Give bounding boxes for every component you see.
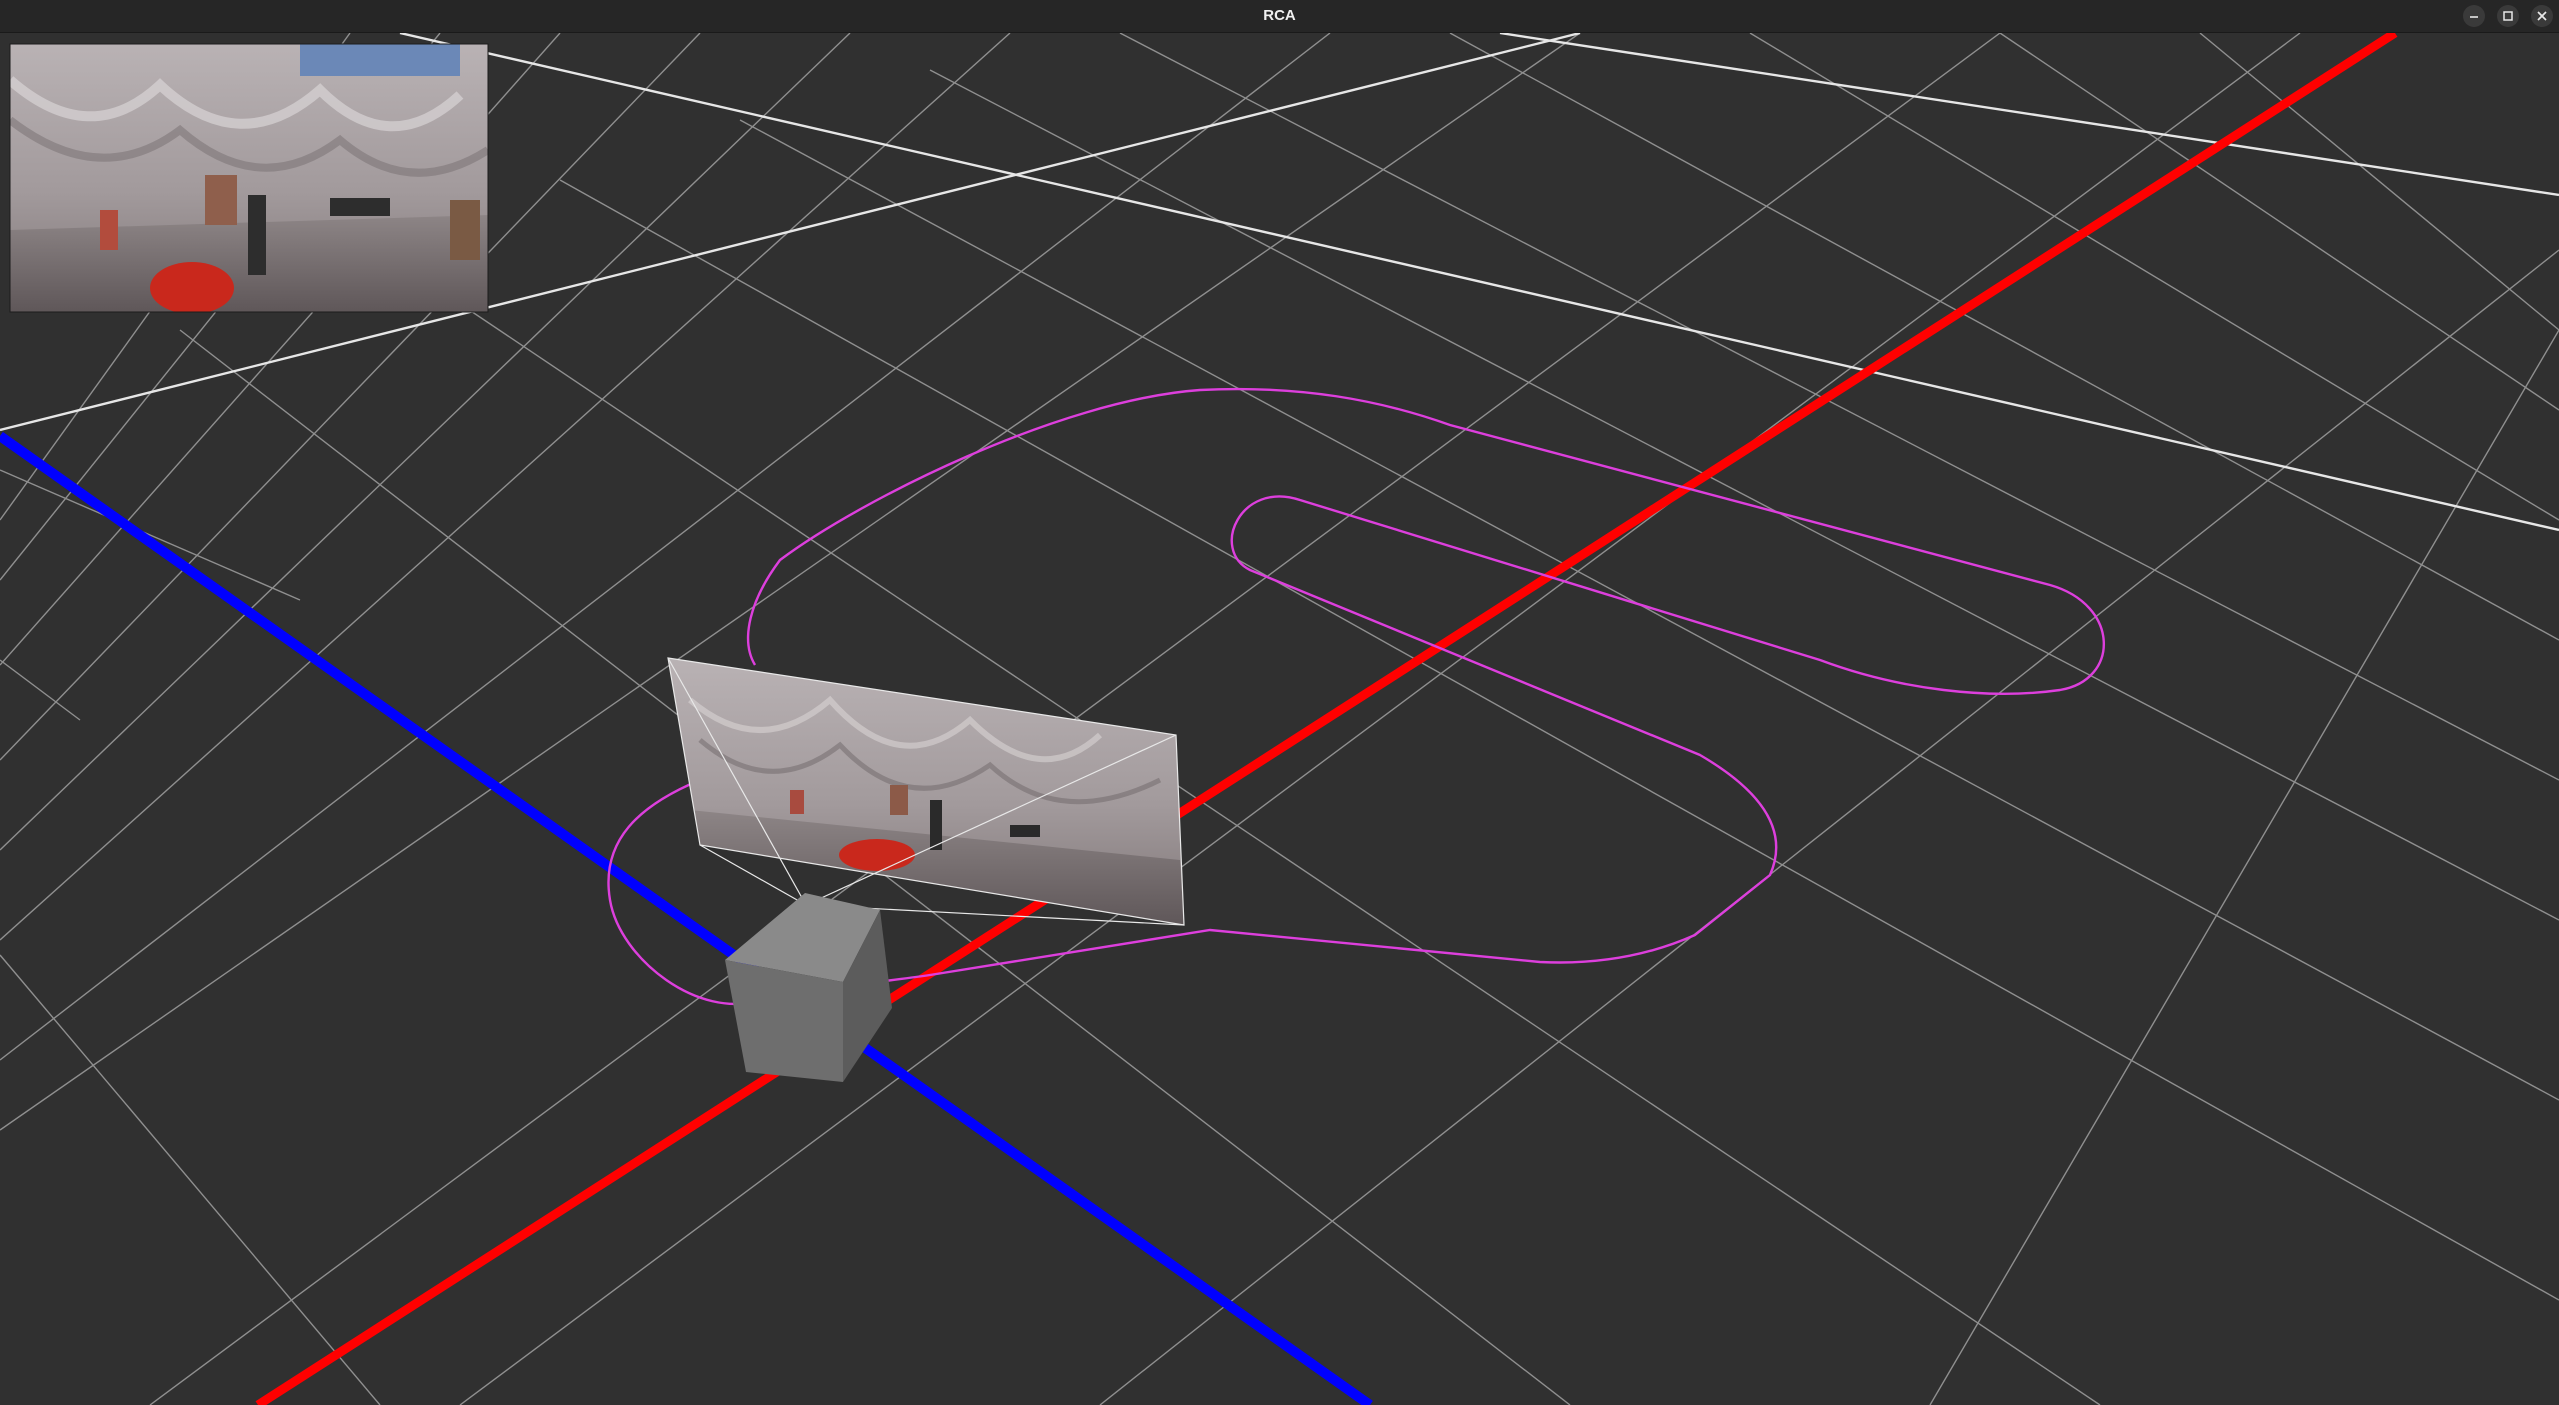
grid-line bbox=[0, 469, 301, 601]
maximize-button[interactable] bbox=[2497, 5, 2519, 27]
minimize-icon bbox=[2470, 16, 2478, 18]
grid-line bbox=[0, 954, 381, 1405]
minimize-button[interactable] bbox=[2463, 5, 2485, 27]
grid-line bbox=[379, 249, 2101, 1405]
projected-camera-image bbox=[668, 658, 1184, 925]
image-panel[interactable] bbox=[9, 43, 489, 314]
x-axis-line bbox=[255, 33, 2398, 1405]
maximize-icon bbox=[2503, 11, 2513, 21]
camera-frustum bbox=[667, 657, 1185, 926]
close-button[interactable] bbox=[2531, 5, 2553, 27]
window-title: RCA bbox=[1263, 7, 1296, 24]
close-icon bbox=[2537, 11, 2547, 21]
grid-line bbox=[1749, 33, 2559, 521]
grid-line bbox=[2199, 33, 2559, 331]
grid-line bbox=[1999, 33, 2559, 411]
3d-viewport[interactable] bbox=[0, 33, 2559, 1405]
window-titlebar[interactable]: RCA bbox=[0, 0, 2559, 33]
grid-line bbox=[1929, 329, 2559, 1405]
grid-line bbox=[1099, 249, 2559, 1405]
grid-line bbox=[739, 119, 2559, 1101]
camera-feed-image bbox=[10, 44, 488, 312]
grid-line bbox=[1449, 33, 2559, 641]
scene-canvas[interactable] bbox=[0, 33, 2559, 1405]
